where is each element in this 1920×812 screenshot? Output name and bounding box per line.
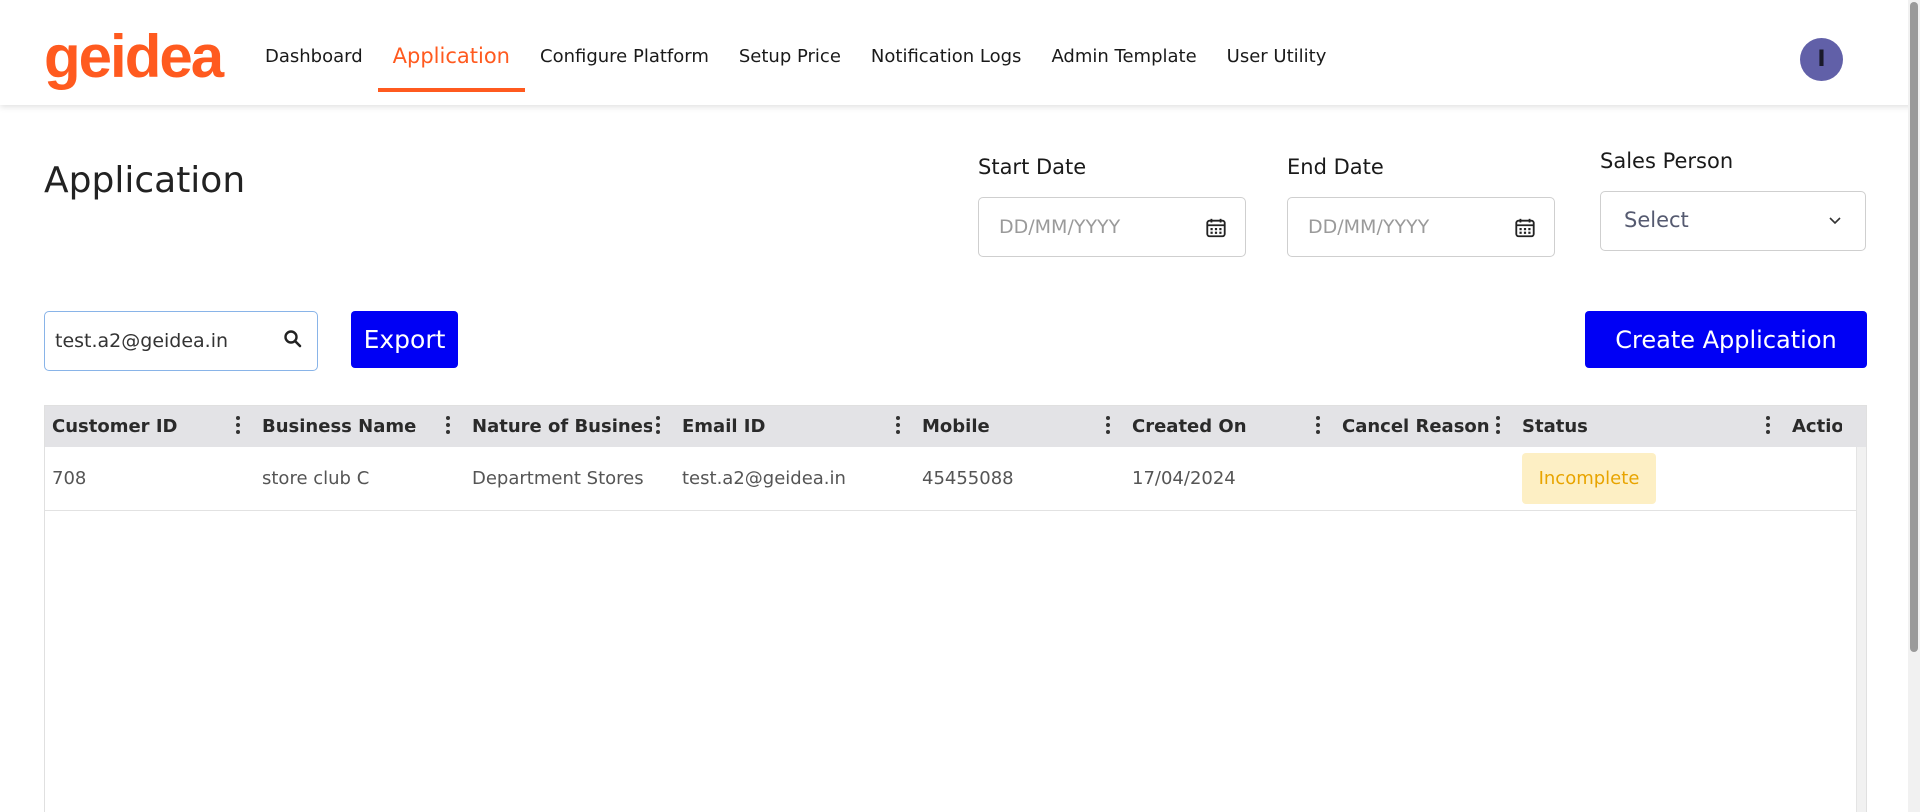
- nav-admin-template[interactable]: Admin Template: [1036, 0, 1211, 92]
- end-date-label: End Date: [1287, 155, 1384, 179]
- search-icon[interactable]: [283, 329, 303, 349]
- start-date-input[interactable]: [999, 198, 1199, 256]
- end-date-field[interactable]: [1287, 197, 1555, 257]
- nav-dashboard[interactable]: Dashboard: [250, 0, 378, 92]
- sales-person-label: Sales Person: [1600, 149, 1734, 173]
- col-header-action[interactable]: Actio: [1792, 406, 1842, 447]
- col-header-status[interactable]: Status: [1522, 406, 1722, 447]
- end-date-input[interactable]: [1308, 198, 1508, 256]
- nav-setup-price[interactable]: Setup Price: [724, 0, 856, 92]
- page-scrollbar-thumb[interactable]: [1910, 2, 1918, 652]
- search-box[interactable]: [44, 311, 318, 371]
- sales-person-select[interactable]: Select: [1600, 191, 1866, 251]
- col-header-mobile[interactable]: Mobile: [922, 406, 1102, 447]
- main-nav: Dashboard Application Configure Platform…: [250, 0, 1341, 105]
- search-input[interactable]: [55, 312, 275, 370]
- nav-user-utility[interactable]: User Utility: [1212, 0, 1342, 92]
- col-header-cancel-reason[interactable]: Cancel Reason: [1342, 406, 1492, 447]
- cell-email-id: test.a2@geidea.in: [682, 468, 846, 489]
- page-title: Application: [44, 160, 246, 201]
- col-header-nature-of-business[interactable]: Nature of Business: [472, 406, 652, 447]
- table-scrollbar[interactable]: [1856, 447, 1866, 812]
- page-scrollbar[interactable]: [1908, 0, 1920, 812]
- calendar-icon[interactable]: [1514, 217, 1536, 239]
- cell-business-name: store club C: [262, 468, 370, 489]
- calendar-icon[interactable]: [1205, 217, 1227, 239]
- sales-person-value: Select: [1624, 208, 1689, 232]
- start-date-field[interactable]: [978, 197, 1246, 257]
- col-header-email-id[interactable]: Email ID: [682, 406, 882, 447]
- column-menu-icon[interactable]: [1495, 416, 1501, 438]
- col-header-created-on[interactable]: Created On: [1132, 406, 1312, 447]
- column-menu-icon[interactable]: [1315, 416, 1321, 438]
- cell-mobile: 45455088: [922, 468, 1014, 489]
- col-header-customer-id[interactable]: Customer ID: [52, 406, 232, 447]
- column-menu-icon[interactable]: [895, 416, 901, 438]
- nav-configure-platform[interactable]: Configure Platform: [525, 0, 724, 92]
- status-badge: Incomplete: [1522, 453, 1656, 504]
- cell-customer-id: 708: [52, 468, 87, 489]
- column-menu-icon[interactable]: [1765, 416, 1771, 438]
- nav-application[interactable]: Application: [377, 0, 525, 92]
- nav-notification-logs[interactable]: Notification Logs: [856, 0, 1037, 92]
- applications-table: Customer ID Business Name Nature of Busi…: [44, 405, 1867, 812]
- cell-created-on: 17/04/2024: [1132, 468, 1236, 489]
- column-menu-icon[interactable]: [445, 416, 451, 438]
- column-menu-icon[interactable]: [655, 416, 661, 438]
- create-application-button[interactable]: Create Application: [1585, 311, 1867, 368]
- cell-nature-of-business: Department Stores: [472, 468, 644, 489]
- column-menu-icon[interactable]: [235, 416, 241, 438]
- table-header: Customer ID Business Name Nature of Busi…: [45, 406, 1866, 447]
- user-avatar[interactable]: I: [1800, 38, 1843, 81]
- column-menu-icon[interactable]: [1105, 416, 1111, 438]
- col-header-business-name[interactable]: Business Name: [262, 406, 442, 447]
- chevron-down-icon: [1829, 217, 1841, 225]
- table-row[interactable]: 708 store club C Department Stores test.…: [45, 447, 1857, 511]
- start-date-label: Start Date: [978, 155, 1087, 179]
- top-header: geidea Dashboard Application Configure P…: [0, 0, 1920, 105]
- geidea-logo[interactable]: geidea: [44, 22, 224, 92]
- export-button[interactable]: Export: [351, 311, 458, 368]
